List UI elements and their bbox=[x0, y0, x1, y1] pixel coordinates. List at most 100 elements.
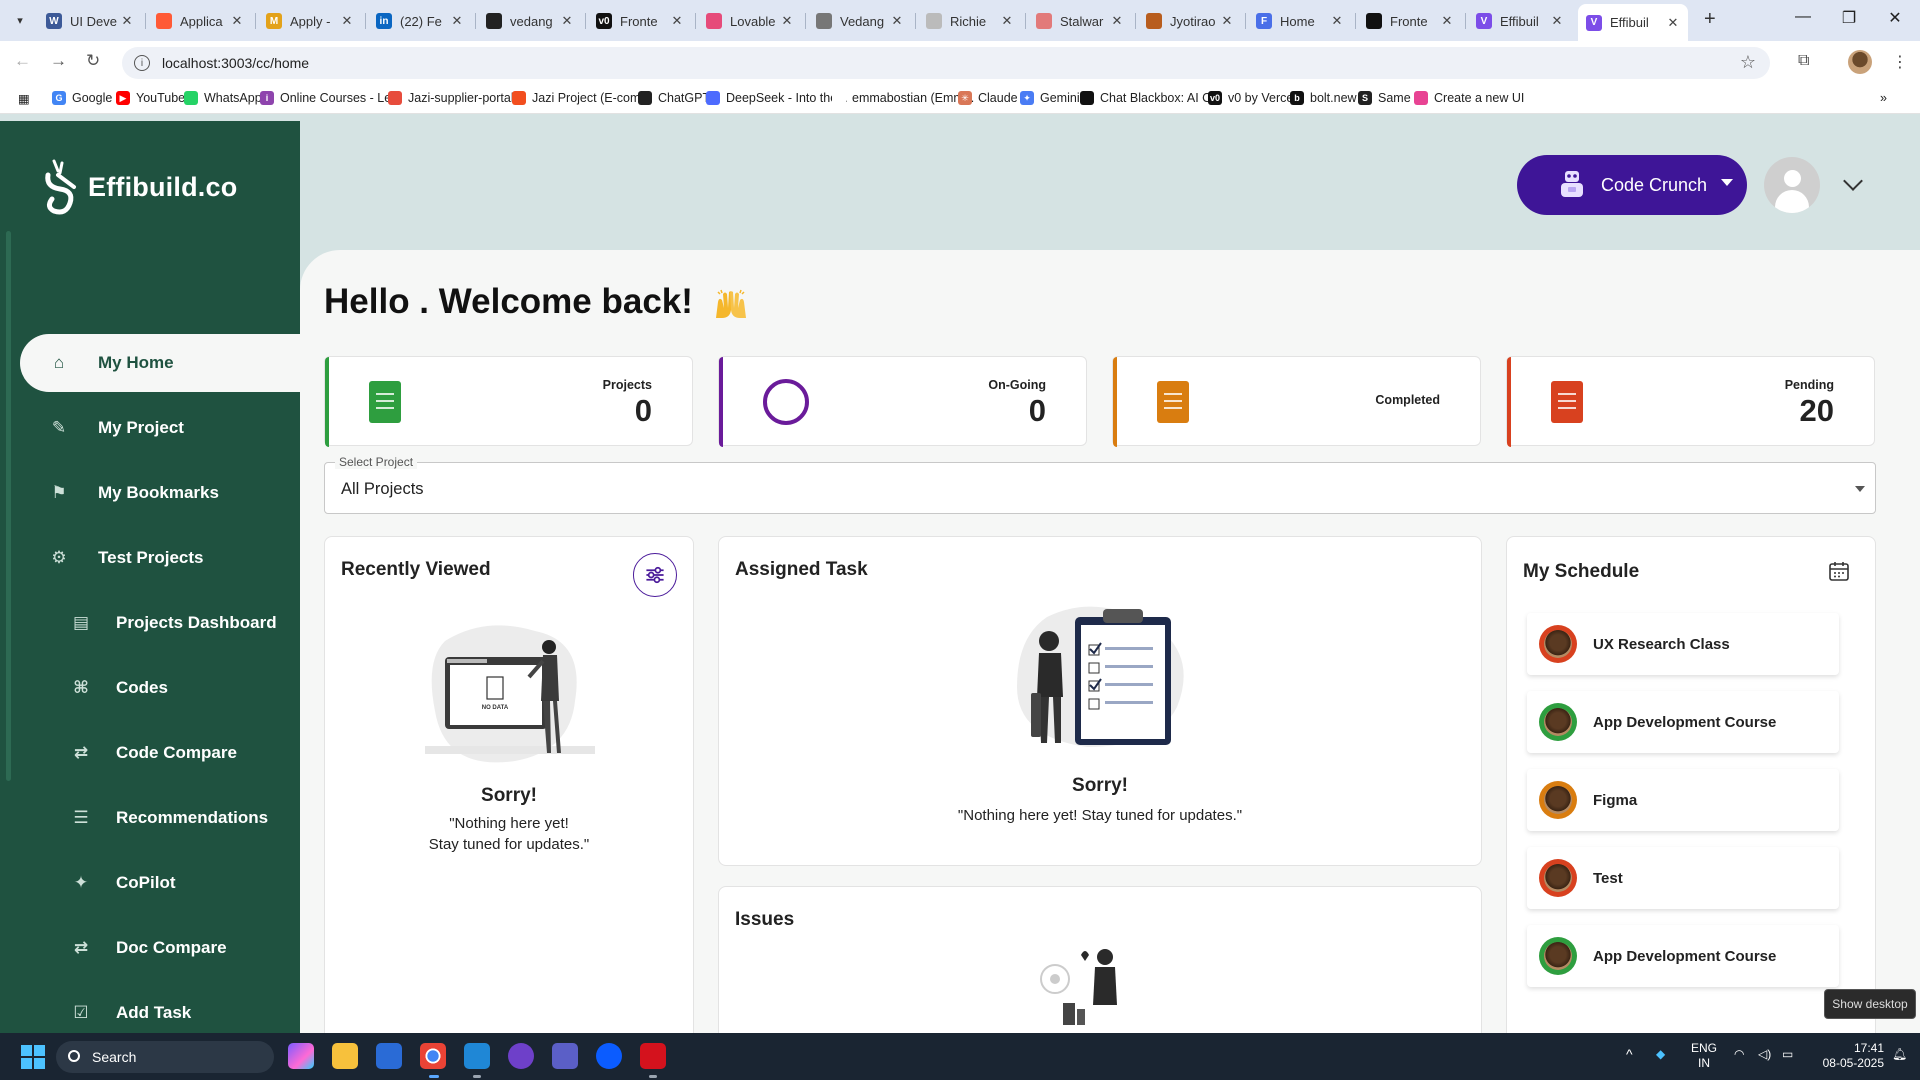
vscode-icon[interactable] bbox=[464, 1043, 490, 1069]
forward-icon[interactable]: → bbox=[50, 51, 67, 71]
sidebar-item-my-home[interactable]: ⌂ My Home bbox=[20, 334, 300, 392]
browser-tab[interactable]: V Effibuil ✕ bbox=[1578, 4, 1688, 41]
microsoft-store-icon[interactable] bbox=[376, 1043, 402, 1069]
sidebar-item-copilot[interactable]: ✦ CoPilot bbox=[20, 854, 300, 912]
wifi-icon[interactable]: ◠ bbox=[1734, 1047, 1744, 1062]
copilot-app-icon[interactable] bbox=[288, 1043, 314, 1069]
bookmark-item[interactable]: emmabostian (Emm... bbox=[832, 91, 974, 105]
tab-close-icon[interactable]: ✕ bbox=[890, 13, 904, 29]
schedule-item[interactable]: Figma bbox=[1527, 769, 1839, 831]
battery-icon[interactable]: ▭ bbox=[1782, 1047, 1793, 1062]
schedule-item[interactable]: App Development Course bbox=[1527, 925, 1839, 987]
minimize-icon[interactable]: — bbox=[1780, 8, 1826, 26]
bookmark-item[interactable]: v0 v0 by Vercel bbox=[1208, 91, 1296, 105]
more-bookmarks-icon[interactable]: » bbox=[1880, 91, 1887, 105]
tab-close-icon[interactable]: ✕ bbox=[780, 13, 794, 29]
back-icon[interactable]: ← bbox=[14, 51, 31, 71]
browser-tab[interactable]: in (22) Fe ✕ bbox=[368, 6, 472, 36]
sidebar-item-recommendations[interactable]: ☰ Recommendations bbox=[20, 789, 300, 847]
url-field[interactable]: i localhost:3003/cc/home ☆ bbox=[122, 47, 1770, 79]
sidebar-item-code-compare[interactable]: ⇄ Code Compare bbox=[20, 724, 300, 782]
schedule-item[interactable]: UX Research Class bbox=[1527, 613, 1839, 675]
tab-close-icon[interactable]: ✕ bbox=[560, 13, 574, 29]
new-tab-button[interactable]: + bbox=[1704, 8, 1716, 31]
browser-tab[interactable]: vedang ✕ bbox=[478, 6, 582, 36]
team-switcher-button[interactable]: Code Crunch bbox=[1517, 155, 1747, 215]
tab-close-icon[interactable]: ✕ bbox=[1110, 13, 1124, 29]
site-info-icon[interactable]: i bbox=[134, 55, 150, 71]
stat-card-pending[interactable]: Pending 20 bbox=[1506, 356, 1875, 447]
sidebar-item-add-task[interactable]: ☑ Add Task bbox=[20, 984, 300, 1033]
schedule-item[interactable]: App Development Course bbox=[1527, 691, 1839, 753]
sidebar-item-my-project[interactable]: ✎ My Project bbox=[20, 399, 300, 457]
bookmark-item[interactable]: Jazi-supplier-portal... bbox=[388, 91, 524, 105]
bookmark-item[interactable]: b bolt.new bbox=[1290, 91, 1357, 105]
browser-tab[interactable]: Applica ✕ bbox=[148, 6, 252, 36]
browser-tab[interactable]: Stalwar ✕ bbox=[1028, 6, 1132, 36]
file-explorer-icon[interactable] bbox=[332, 1043, 358, 1069]
defender-icon[interactable]: ◆ bbox=[1656, 1047, 1665, 1062]
filter-button[interactable] bbox=[633, 553, 677, 597]
bookmark-item[interactable]: ✦ Gemini bbox=[1020, 91, 1080, 105]
sidebar-item-projects-dashboard[interactable]: ▤ Projects Dashboard bbox=[20, 594, 300, 652]
tab-close-icon[interactable]: ✕ bbox=[670, 13, 684, 29]
sidebar-item-my-bookmarks[interactable]: ⚑ My Bookmarks bbox=[20, 464, 300, 522]
tab-close-icon[interactable]: ✕ bbox=[450, 13, 464, 29]
sidebar-item-doc-compare[interactable]: ⇄ Doc Compare bbox=[20, 919, 300, 977]
browser-tab[interactable]: F Home ✕ bbox=[1248, 6, 1352, 36]
calendar-icon[interactable] bbox=[1827, 559, 1851, 583]
browser-tab[interactable]: Jyotirao ✕ bbox=[1138, 6, 1242, 36]
zoom-icon[interactable] bbox=[596, 1043, 622, 1069]
bookmark-item[interactable]: DeepSeek - Into the... bbox=[706, 91, 848, 105]
sidebar-item-test-projects[interactable]: ⚙ Test Projects bbox=[20, 529, 300, 587]
clock[interactable]: 17:41 08-05-2025 bbox=[1814, 1041, 1884, 1071]
browser-tab[interactable]: Richie ✕ bbox=[918, 6, 1022, 36]
tab-close-icon[interactable]: ✕ bbox=[1000, 13, 1014, 29]
github-desktop-icon[interactable] bbox=[508, 1043, 534, 1069]
bookmark-star-icon[interactable]: ☆ bbox=[1740, 52, 1756, 73]
language-indicator[interactable]: ENG IN bbox=[1690, 1041, 1718, 1071]
tab-search-icon[interactable]: ▾ bbox=[8, 8, 32, 32]
browser-tab[interactable]: M Apply - ✕ bbox=[258, 6, 362, 36]
tab-close-icon[interactable]: ✕ bbox=[1220, 13, 1234, 29]
bookmark-item[interactable]: i Online Courses - Le... bbox=[260, 91, 402, 105]
project-select[interactable]: Select Project All Projects bbox=[324, 455, 1876, 514]
user-menu-chevron-down-icon[interactable] bbox=[1843, 171, 1863, 191]
bookmark-item[interactable]: G Google bbox=[52, 91, 112, 105]
stat-card-completed[interactable]: Completed bbox=[1112, 356, 1481, 447]
tab-close-icon[interactable]: ✕ bbox=[1550, 13, 1564, 29]
notification-bell-icon[interactable]: 🔔︎ bbox=[1892, 1047, 1907, 1062]
tab-close-icon[interactable]: ✕ bbox=[1440, 13, 1454, 29]
sidebar-scrollbar[interactable] bbox=[6, 231, 11, 781]
chrome-icon[interactable] bbox=[420, 1043, 446, 1069]
taskbar-search[interactable]: Search bbox=[56, 1041, 274, 1073]
bookmark-item[interactable]: ChatGPT bbox=[638, 91, 710, 105]
bookmark-item[interactable]: Jazi Project (E-com... bbox=[512, 91, 651, 105]
browser-menu-icon[interactable]: ⋮ bbox=[1892, 52, 1908, 72]
volume-icon[interactable]: ◁) bbox=[1758, 1047, 1771, 1062]
restore-icon[interactable]: ❐ bbox=[1826, 8, 1872, 28]
reload-icon[interactable]: ↻ bbox=[86, 51, 100, 71]
bookmark-item[interactable]: ▶ YouTube bbox=[116, 91, 185, 105]
browser-tab[interactable]: Fronte ✕ bbox=[1358, 6, 1462, 36]
start-button-windows-icon[interactable] bbox=[21, 1045, 45, 1069]
acrobat-icon[interactable] bbox=[640, 1043, 666, 1069]
browser-tab[interactable]: Lovable ✕ bbox=[698, 6, 802, 36]
sidebar-item-codes[interactable]: ⌘ Codes bbox=[20, 659, 300, 717]
browser-tab[interactable]: W UI Deve ✕ bbox=[38, 6, 142, 36]
teams-icon[interactable] bbox=[552, 1043, 578, 1069]
tab-close-icon[interactable]: ✕ bbox=[340, 13, 354, 29]
bookmark-item[interactable]: Create a new UI bbox=[1414, 91, 1524, 105]
bookmark-item[interactable]: ✳ Claude bbox=[958, 91, 1018, 105]
extensions-icon[interactable]: ⧉ bbox=[1798, 52, 1809, 70]
tab-close-icon[interactable]: ✕ bbox=[120, 13, 134, 29]
schedule-item[interactable]: Test bbox=[1527, 847, 1839, 909]
stat-card-projects[interactable]: Projects 0 bbox=[324, 356, 693, 447]
close-window-icon[interactable]: ✕ bbox=[1872, 8, 1918, 28]
bookmark-item[interactable]: S Same bbox=[1358, 91, 1411, 105]
tab-close-icon[interactable]: ✕ bbox=[1330, 13, 1344, 29]
bookmark-item[interactable]: WhatsApp bbox=[184, 91, 262, 105]
brand-logo[interactable]: Effibuild.co bbox=[40, 157, 237, 217]
tab-close-icon[interactable]: ✕ bbox=[1666, 15, 1680, 31]
tray-overflow-chevron-icon[interactable]: ^ bbox=[1626, 1047, 1633, 1062]
